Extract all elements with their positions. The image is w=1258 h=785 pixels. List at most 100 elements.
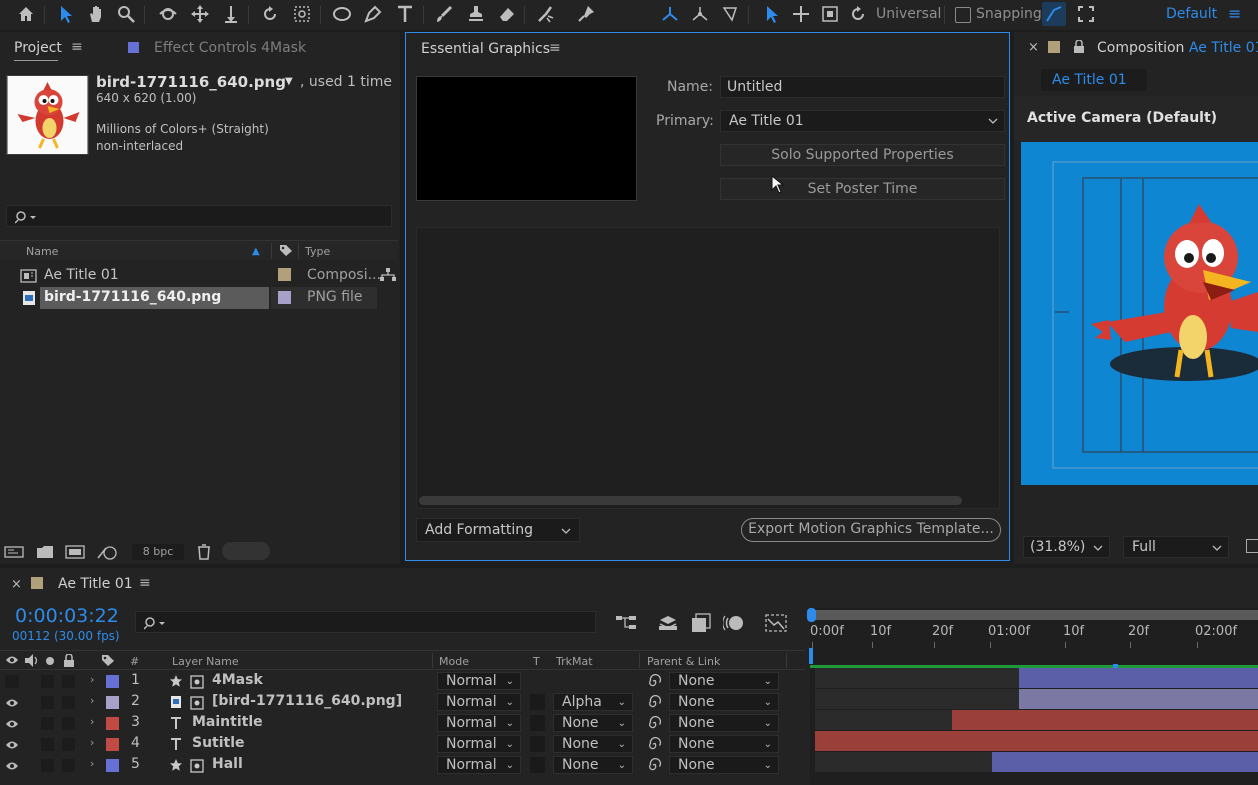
parent-link-select[interactable]: None ⌄ — [669, 714, 779, 732]
solo-toggle[interactable] — [41, 717, 54, 730]
layer-name[interactable]: [bird-1771116_640.png] — [212, 693, 402, 709]
project-item-comp[interactable]: Ae Title 01 Composi... — [0, 265, 398, 287]
blend-mode-select[interactable]: Normal ⌄ — [437, 756, 521, 774]
close-icon[interactable]: × — [1028, 40, 1039, 55]
expand-chevron-icon[interactable]: › — [90, 694, 94, 707]
magnification-select[interactable]: (31.8%) — [1023, 536, 1110, 558]
blend-mode-select[interactable]: Normal ⌄ — [437, 735, 521, 753]
hand-tool-icon[interactable] — [84, 2, 108, 26]
audio-speaker-icon[interactable] — [24, 654, 40, 667]
thumbnail-slider[interactable] — [222, 542, 270, 560]
layer-duration-bar[interactable] — [815, 731, 1258, 751]
home-icon[interactable] — [14, 2, 38, 26]
pickwhip-icon[interactable] — [647, 758, 662, 773]
timeline-tab[interactable]: Ae Title 01 — [58, 576, 133, 592]
eraser-tool-icon[interactable] — [495, 2, 519, 26]
layer-duration-bar[interactable] — [1019, 668, 1258, 688]
solo-supported-properties-button[interactable]: Solo Supported Properties — [720, 144, 1005, 166]
sort-ascending-icon[interactable]: ▲ — [252, 246, 260, 257]
close-icon[interactable]: × — [11, 577, 22, 592]
essential-graphics-tab[interactable]: Essential Graphics — [421, 41, 550, 57]
solo-dot-icon[interactable] — [45, 656, 55, 666]
layer-row[interactable]: › 2 [bird-1771116_640.png] Normal ⌄ Alpha ⌄ Non… — [0, 692, 805, 713]
new-composition-icon[interactable] — [65, 545, 85, 559]
project-menu-icon[interactable]: ≡ — [71, 39, 83, 55]
expand-chevron-icon[interactable]: › — [90, 715, 94, 728]
project-item-png[interactable]: bird-1771116_640.png PNG file — [0, 287, 398, 309]
track-matte-select[interactable]: Alpha ⌄ — [553, 693, 633, 711]
universal-label[interactable]: Universal — [876, 6, 941, 22]
new-folder-icon[interactable] — [36, 545, 54, 559]
track-matte-select[interactable]: None ⌄ — [553, 714, 633, 732]
work-area-start-handle[interactable] — [807, 608, 816, 622]
time-ruler[interactable]: 0:00f 10f 20f 01:00f 10f 20f 02:00f — [810, 624, 1258, 648]
lock-icon[interactable] — [1073, 40, 1085, 54]
track-matte-select[interactable]: None ⌄ — [553, 735, 633, 753]
composition-flowchart-icon[interactable] — [615, 614, 637, 632]
parent-link-select[interactable]: None ⌄ — [669, 672, 779, 690]
preserve-transparency-toggle[interactable] — [530, 694, 545, 710]
visibility-eye-icon[interactable] — [5, 740, 19, 750]
timeline-menu-icon[interactable]: ≡ — [139, 575, 151, 591]
solo-toggle[interactable] — [41, 738, 54, 751]
composition-viewer[interactable] — [1021, 142, 1258, 485]
layer-row[interactable]: › 5 Hall Normal ⌄ None ⌄ None ⌄ — [0, 755, 805, 776]
preserve-transparency-toggle[interactable] — [530, 757, 545, 773]
lock-toggle[interactable] — [62, 759, 75, 772]
composition-tab[interactable]: Composition Ae Title 01 — [1097, 40, 1258, 56]
workspace-menu-icon[interactable]: ≡ — [1228, 4, 1241, 23]
motion-blur-icon[interactable] — [723, 613, 745, 633]
lock-toggle[interactable] — [62, 675, 75, 688]
lock-toggle[interactable] — [62, 696, 75, 709]
anchor-point-icon[interactable] — [290, 2, 314, 26]
type-column[interactable]: Type — [305, 245, 330, 258]
layer-duration-bar[interactable] — [992, 752, 1258, 772]
timeline-track-area[interactable]: 0:00f 10f 20f 01:00f 10f 20f 02:00f — [807, 608, 1258, 785]
snapping-checkbox[interactable] — [955, 7, 971, 23]
clone-stamp-icon[interactable] — [464, 2, 488, 26]
graph-editor-icon[interactable] — [764, 613, 788, 633]
label-color-swatch[interactable] — [106, 738, 119, 751]
video-eye-icon[interactable] — [5, 655, 19, 665]
snapping-label[interactable]: Snapping — [976, 6, 1042, 22]
project-settings-icon[interactable] — [96, 544, 120, 560]
project-search-input[interactable] — [6, 205, 392, 227]
visibility-eye-icon[interactable] — [5, 719, 19, 729]
label-color-swatch[interactable] — [106, 675, 119, 688]
label-tag-icon[interactable] — [101, 654, 115, 667]
expand-chevron-icon[interactable]: › — [90, 757, 94, 770]
pen-tool-icon[interactable] — [361, 2, 385, 26]
solo-toggle[interactable] — [41, 696, 54, 709]
local-axis-icon[interactable] — [658, 2, 682, 26]
solo-toggle[interactable] — [41, 759, 54, 772]
track-matte-select[interactable]: None ⌄ — [553, 756, 633, 774]
pickwhip-icon[interactable] — [647, 737, 662, 752]
blend-mode-select[interactable]: Normal ⌄ — [437, 693, 521, 711]
expand-chevron-icon[interactable]: › — [90, 736, 94, 749]
parent-link-select[interactable]: None ⌄ — [669, 756, 779, 774]
move-3d-icon[interactable] — [789, 2, 813, 26]
selection-tool-icon[interactable] — [54, 2, 78, 26]
layer-row[interactable]: › 3 Maintitle Normal ⌄ None ⌄ None ⌄ — [0, 713, 805, 734]
puppet-pin-icon[interactable] — [574, 2, 598, 26]
preserve-transparency-toggle[interactable] — [530, 736, 545, 752]
add-formatting-select[interactable]: Add Formatting — [416, 518, 580, 542]
pickwhip-icon[interactable] — [647, 695, 662, 710]
layer-row[interactable]: › 4 Sutitle Normal ⌄ None ⌄ None ⌄ — [0, 734, 805, 755]
layer-name[interactable]: Maintitle — [192, 714, 263, 730]
lock-icon[interactable] — [63, 654, 75, 668]
scale-3d-icon[interactable] — [818, 2, 842, 26]
dolly-camera-icon[interactable] — [219, 2, 243, 26]
essential-graphics-menu-icon[interactable]: ≡ — [549, 40, 561, 56]
pickwhip-icon[interactable] — [647, 716, 662, 731]
name-column[interactable]: Name — [26, 245, 58, 258]
trash-icon[interactable] — [197, 544, 211, 560]
flowchart-icon[interactable] — [380, 268, 396, 282]
ellipse-tool-icon[interactable] — [330, 2, 354, 26]
interpret-footage-icon[interactable] — [4, 546, 24, 558]
resolution-select[interactable]: Full — [1123, 536, 1229, 558]
template-name-input[interactable]: Untitled — [720, 76, 1005, 98]
lock-toggle[interactable] — [62, 738, 75, 751]
rotate-3d-icon[interactable] — [846, 2, 870, 26]
lock-toggle[interactable] — [62, 717, 75, 730]
